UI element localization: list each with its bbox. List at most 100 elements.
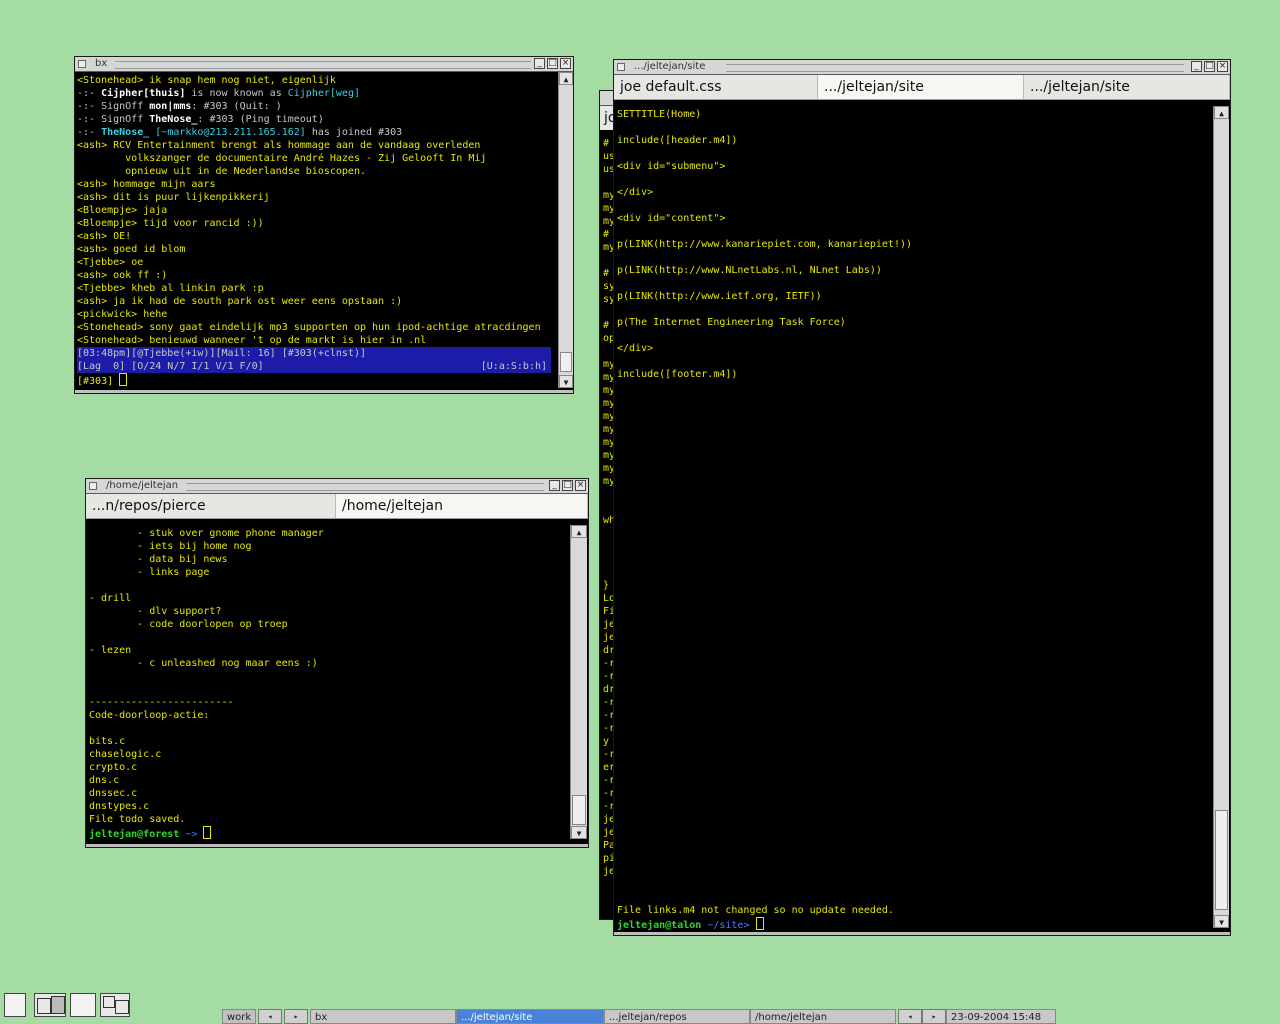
scroll-thumb[interactable] xyxy=(572,795,586,825)
site-line xyxy=(617,355,1209,368)
home-line: Code-doorloop-actie: xyxy=(89,709,567,722)
irc-message: <ash> OE! xyxy=(77,230,551,243)
home-scrollbar[interactable]: ▲ ▼ xyxy=(570,525,587,839)
site-line: include([header.m4]) xyxy=(617,134,1209,147)
home-text: dnssec.c xyxy=(89,788,138,799)
scroll-down-icon[interactable]: ▼ xyxy=(1214,915,1229,928)
close-icon[interactable]: × xyxy=(560,58,571,69)
site-text: <div id="submenu"> xyxy=(617,161,726,172)
home-line: - links page xyxy=(89,566,567,579)
taskbar-item-home[interactable]: /home/jeltejan xyxy=(750,1009,896,1024)
home-text: - drill xyxy=(89,593,132,604)
taskbar-item-repos[interactable]: ...jeltejan/repos xyxy=(604,1009,750,1024)
resize-edge[interactable] xyxy=(75,390,573,393)
irc-text: OE! xyxy=(107,231,132,242)
scroll-down-icon[interactable]: ▼ xyxy=(571,826,587,839)
window-title: bx xyxy=(95,58,108,69)
home-line xyxy=(89,670,567,683)
irc-output: <Stonehead> ik snap hem nog niet, eigenl… xyxy=(77,74,551,390)
taskbar-item-site[interactable]: .../jeltejan/site xyxy=(456,1009,604,1024)
irc-nick: <Bloempje> xyxy=(77,205,138,216)
minimize-icon[interactable]: _ xyxy=(1191,61,1202,72)
workspace-next-icon[interactable]: ▸ xyxy=(284,1009,308,1024)
close-icon[interactable]: × xyxy=(575,480,586,491)
site-line: </div> xyxy=(617,342,1209,355)
background-text: # xyxy=(603,320,610,331)
irc-event-prefix: -:- xyxy=(77,88,102,99)
cursor xyxy=(755,917,764,930)
tab-home[interactable]: /home/jeltejan xyxy=(336,494,588,518)
clock: 23-09-2004 15:48 xyxy=(946,1009,1056,1024)
pager-desktop-1[interactable] xyxy=(4,993,26,1017)
site-scrollbar[interactable]: ▲ ▼ xyxy=(1213,106,1229,928)
tasklist-prev-icon[interactable]: ◂ xyxy=(898,1009,922,1024)
window-menu-icon[interactable] xyxy=(617,63,625,71)
site-line xyxy=(617,303,1209,316)
irc-message: <Stonehead> sony gaat eindelijk mp3 supp… xyxy=(77,321,551,334)
pager-desktop-4[interactable] xyxy=(100,993,130,1017)
site-prompt-line[interactable]: jeltejan@talon ~/site> xyxy=(617,917,894,930)
home-line: ------------------------ xyxy=(89,696,567,709)
home-line: File todo saved. xyxy=(89,813,567,826)
home-text: dnstypes.c xyxy=(89,801,150,812)
pager-window-icon xyxy=(37,998,51,1014)
home-line: - iets bij home nog xyxy=(89,540,567,553)
home-terminal-window[interactable]: /home/jeltejan _ □ × ...n/repos/pierce /… xyxy=(85,478,589,848)
site-line xyxy=(617,147,1209,160)
home-line: - data bij news xyxy=(89,553,567,566)
irc-window[interactable]: bx _ □ × <Stonehead> ik snap hem nog nie… xyxy=(74,56,574,394)
window-menu-icon[interactable] xyxy=(78,60,86,68)
tasklist-next-icon[interactable]: ▸ xyxy=(922,1009,946,1024)
workspace-label[interactable]: work xyxy=(222,1009,256,1024)
irc-text: kheb al linkin park :p xyxy=(125,283,264,294)
maximize-icon[interactable]: □ xyxy=(1204,61,1215,72)
tab-pierce[interactable]: ...n/repos/pierce xyxy=(86,494,336,518)
irc-text: jaja xyxy=(137,205,168,216)
irc-titlebar[interactable]: bx _ □ × xyxy=(75,57,573,72)
close-icon[interactable]: × xyxy=(1217,61,1228,72)
scroll-up-icon[interactable]: ▲ xyxy=(559,72,573,85)
home-text: - c unleashed nog maar eens :) xyxy=(89,658,318,669)
workspace-prev-icon[interactable]: ◂ xyxy=(258,1009,282,1024)
irc-nick: <ash> xyxy=(77,179,108,190)
irc-message: -:- Cijpher[thuis] is now known as Cijph… xyxy=(77,87,551,100)
pager-desktop-3[interactable] xyxy=(70,993,96,1017)
background-text: } xyxy=(603,580,610,591)
home-titlebar[interactable]: /home/jeltejan _ □ × xyxy=(86,479,588,494)
prompt-path: ~/site> xyxy=(701,920,750,930)
tab-site-active[interactable]: .../jeltejan/site xyxy=(818,75,1024,99)
irc-input[interactable]: [#303] xyxy=(77,373,551,387)
irc-event-nick: TheNose_ xyxy=(149,114,198,125)
site-line: include([footer.m4]) xyxy=(617,368,1209,381)
irc-text: has joined #303 xyxy=(305,127,403,138)
prompt-user: jeltejan@forest xyxy=(89,829,180,840)
tab-site[interactable]: .../jeltejan/site xyxy=(1024,75,1230,99)
irc-message: <ash> ja ik had de south park ost weer e… xyxy=(77,295,551,308)
scroll-thumb[interactable] xyxy=(560,352,572,372)
scroll-thumb[interactable] xyxy=(1215,810,1228,910)
irc-nick: <Tjebbe> xyxy=(77,257,126,268)
scroll-up-icon[interactable]: ▲ xyxy=(1214,106,1229,119)
irc-message: <Bloempje> jaja xyxy=(77,204,551,217)
scroll-up-icon[interactable]: ▲ xyxy=(571,525,587,538)
irc-event-nick: Cijpher[thuis] xyxy=(101,88,186,99)
taskbar-item-bx[interactable]: bx xyxy=(310,1009,456,1024)
irc-scrollbar[interactable]: ▲ ▼ xyxy=(558,72,573,388)
tab-default-css[interactable]: joe default.css xyxy=(614,75,818,99)
home-prompt-line[interactable]: jeltejan@forest ~> xyxy=(89,826,567,840)
minimize-icon[interactable]: _ xyxy=(534,58,545,69)
site-terminal-window[interactable]: .../jeltejan/site _ □ × joe default.css … xyxy=(613,59,1231,936)
resize-edge[interactable] xyxy=(86,844,588,847)
window-menu-icon[interactable] xyxy=(89,482,97,490)
scroll-down-icon[interactable]: ▼ xyxy=(559,375,573,388)
minimize-icon[interactable]: _ xyxy=(549,480,560,491)
irc-message: <ash> goed id blom xyxy=(77,243,551,256)
maximize-icon[interactable]: □ xyxy=(562,480,573,491)
resize-edge[interactable] xyxy=(614,932,1230,935)
site-titlebar[interactable]: .../jeltejan/site _ □ × xyxy=(614,60,1230,75)
maximize-icon[interactable]: □ xyxy=(547,58,558,69)
home-line: dns.c xyxy=(89,774,567,787)
pager-desktop-2[interactable] xyxy=(34,993,66,1017)
irc-message: <ash> ook ff :) xyxy=(77,269,551,282)
site-line xyxy=(617,277,1209,290)
